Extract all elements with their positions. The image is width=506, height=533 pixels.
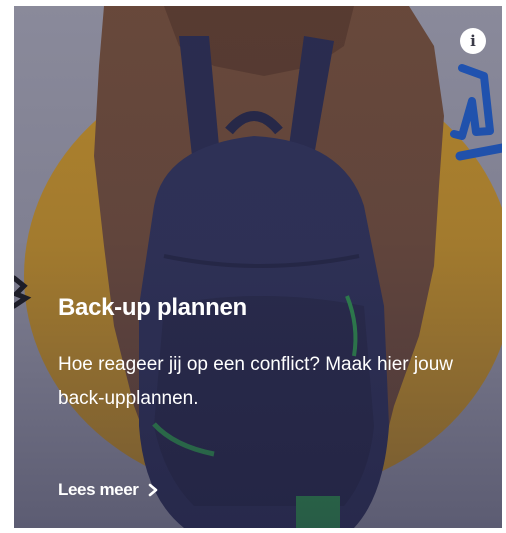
image-overlay	[14, 6, 502, 528]
card-title: Back-up plannen	[58, 294, 247, 321]
read-more-link[interactable]: Lees meer	[58, 480, 159, 500]
article-card[interactable]: i Back-up plannen Hoe reageer jij op een…	[14, 6, 502, 528]
read-more-label: Lees meer	[58, 480, 139, 499]
info-icon[interactable]: i	[460, 28, 486, 54]
card-description: Hoe reageer jij op een conflict? Maak hi…	[58, 354, 453, 409]
chevron-right-icon	[148, 483, 157, 497]
